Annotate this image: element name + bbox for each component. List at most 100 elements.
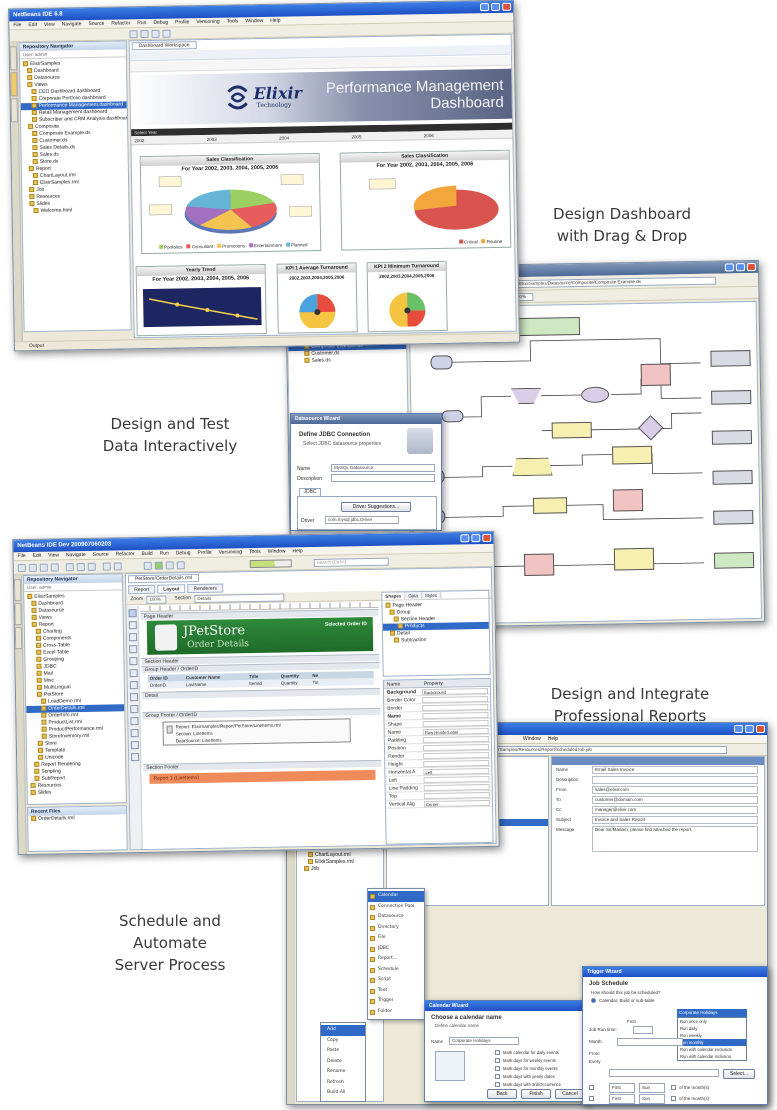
tab-2[interactable]: Renderers [187,583,224,594]
recurrence-day[interactable]: Sun [639,1083,665,1093]
tree-item[interactable]: Subtraction [383,636,489,645]
property-value[interactable] [422,703,489,712]
flow-node-transform[interactable] [532,497,568,514]
context-menu-item[interactable]: Paste [321,1046,365,1057]
property-value[interactable] [423,759,490,768]
name-field[interactable]: MySQL Datasource [331,464,435,472]
calendar-option[interactable]: Mark calendar for daily events [495,1049,585,1057]
recent-file-item[interactable]: OrderDetails.rml [28,814,126,823]
menu-item[interactable]: Window [523,736,541,742]
save-all-icon[interactable] [50,563,59,572]
report-header-graphic[interactable]: JPetStore Order Details Selected Order I… [146,616,374,655]
property-value[interactable] [423,783,490,792]
menu-item[interactable]: File [18,553,26,559]
flow-node-output[interactable] [711,430,753,445]
form-field[interactable]: Invoice and Sales Report [592,816,758,824]
menu-item[interactable]: Build [141,551,152,557]
property-value[interactable] [423,751,490,760]
rectangle-tool-icon[interactable] [129,669,138,678]
schedule-dropdown[interactable]: Corporate Holidays [677,1009,747,1017]
property-value[interactable]: Left [423,767,490,776]
services-tab[interactable] [10,72,18,97]
recurrence-ordinal[interactable]: First [609,1083,635,1093]
property-value[interactable] [422,743,490,752]
property-value[interactable] [422,711,489,720]
context-menu-item[interactable]: Directory [368,923,424,934]
menu-item[interactable]: Window [268,548,286,554]
table-tool-icon[interactable] [130,729,139,738]
calendar-option[interactable]: Mark days with 3rd/Occurrence [495,1081,585,1089]
maximize-button[interactable] [745,725,754,733]
context-menu-item[interactable]: Refresh [321,1078,365,1089]
search-input[interactable]: Search (Ctrl+I) [313,557,389,567]
undo-icon[interactable] [102,562,111,571]
tree-item[interactable]: Welcome.html [23,206,129,215]
subreport-tool-icon[interactable] [130,705,139,714]
flow-node-output[interactable] [713,552,755,569]
checkbox[interactable] [495,1050,500,1055]
driver-field[interactable]: com.mysql.jdbc.Driver [325,516,399,524]
tree-item[interactable]: ElixirSamples.rml [297,859,383,866]
dropdown-item[interactable]: Run daily [678,1025,746,1032]
checkbox[interactable] [495,1082,500,1087]
context-menu-item[interactable]: Schedule [368,965,424,976]
tree-item[interactable]: Sales.ds [288,356,406,365]
line-tool-icon[interactable] [129,657,138,666]
panel-tab[interactable]: Shapes [382,592,406,600]
menu-item[interactable]: Run [137,20,146,26]
minimize-button[interactable] [734,725,743,733]
repository-tab[interactable] [13,579,22,602]
path-field[interactable]: ElixirSamples/Datasource/Composite/Compo… [516,276,717,289]
property-value[interactable]: Background [421,687,489,696]
open-icon[interactable] [140,29,149,39]
menu-item[interactable]: Source [88,21,104,27]
menu-item[interactable]: File [13,22,21,28]
property-value[interactable]: Center [423,799,491,808]
menu-item[interactable]: Versioning [219,549,242,555]
flow-node-source[interactable] [441,410,464,423]
maximize-button[interactable] [491,2,501,12]
form-field[interactable]: sales@elixir.com [592,786,758,794]
context-menu-item[interactable]: Calendar [368,891,424,902]
paste-icon[interactable] [87,562,96,571]
image-tool-icon[interactable] [128,633,138,642]
checkbox[interactable] [495,1066,500,1071]
run-icon[interactable] [162,29,171,38]
property-value[interactable] [423,791,490,800]
close-button[interactable] [756,725,765,733]
menu-item[interactable]: Edit [33,553,42,559]
zoom-select[interactable]: 100% [146,595,167,604]
year-option[interactable]: 2005 [348,131,421,141]
select-button[interactable]: Select... [723,1069,755,1079]
ellipse-tool-icon[interactable] [129,681,138,690]
menu-item[interactable]: Navigate [62,21,82,27]
context-menu-item[interactable]: File [368,933,424,944]
year-option[interactable]: 2004 [276,133,349,143]
field-tool-icon[interactable] [130,741,139,750]
menu-item[interactable]: Debug [153,20,168,26]
new-project-icon[interactable] [17,563,26,573]
context-menu-item[interactable]: Report... [368,954,424,965]
minimize-button[interactable] [480,3,490,12]
year-option[interactable]: 2006 [421,130,494,140]
context-menu-item[interactable]: Script [368,975,424,986]
text-tool-icon[interactable] [128,621,137,630]
panel-tab[interactable]: Data [405,592,422,600]
checkbox[interactable] [671,1096,676,1101]
calendar-option[interactable]: Mark days for weekly events [495,1057,585,1065]
tab-jdbc[interactable]: JDBC [299,488,321,496]
path-field[interactable]: ElixirSamples/Resources/Report/Scheduled… [487,746,727,754]
tab-1[interactable]: Layout [157,584,186,594]
property-value[interactable] [422,695,489,704]
select-tool-icon[interactable] [128,609,137,618]
band-group-footer[interactable]: Group Footer / OrderID [142,707,381,719]
maximize-button[interactable] [735,263,745,272]
schedule-radio[interactable]: Calendar, Build or sub-table [591,998,655,1003]
new-icon[interactable] [129,30,138,39]
minimize-button[interactable] [724,263,735,272]
column-field[interactable]: ItemId [247,680,279,688]
footer-bar[interactable]: Report 1 (LineItems) [149,769,376,784]
flow-node-transform[interactable] [612,488,644,512]
menu-item[interactable]: Edit [28,22,37,28]
menu-item[interactable]: Profile [197,550,211,556]
